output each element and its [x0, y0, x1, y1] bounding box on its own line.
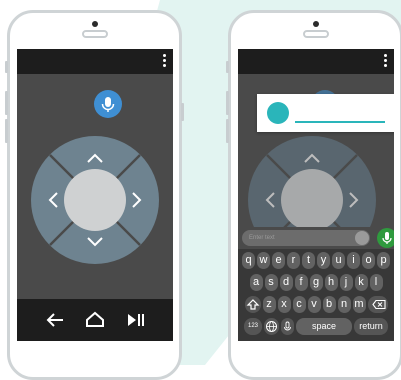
key[interactable]: w [257, 252, 270, 269]
keyboard-screen: Enter text q w e r t y u i o p a s d f g… [238, 49, 394, 341]
navigation-bar [17, 299, 173, 341]
shift-key[interactable] [244, 296, 261, 313]
key[interactable]: c [292, 296, 306, 313]
left-phone [5, 10, 184, 380]
text-input-dialog [257, 94, 394, 132]
key[interactable]: b [322, 296, 336, 313]
space-key[interactable]: space [296, 318, 352, 335]
keyboard-row-2: a s d f g h j k l [238, 274, 394, 291]
key[interactable]: a [249, 274, 263, 291]
play-pause-icon[interactable] [125, 310, 145, 330]
text-input-underline[interactable] [295, 121, 385, 123]
on-screen-keyboard: q w e r t y u i o p a s d f g h j k l z … [238, 249, 394, 341]
volume-button [226, 119, 229, 143]
voice-search-button[interactable] [94, 90, 122, 118]
key[interactable]: y [317, 252, 330, 269]
volume-button [5, 91, 8, 115]
key[interactable]: k [354, 274, 368, 291]
key[interactable]: z [262, 296, 276, 313]
status-bar [238, 49, 394, 74]
key[interactable]: t [302, 252, 315, 269]
backspace-key[interactable] [367, 296, 388, 313]
key[interactable]: q [242, 252, 255, 269]
backspace-icon [371, 299, 386, 310]
key[interactable]: o [362, 252, 375, 269]
key[interactable]: f [294, 274, 308, 291]
key[interactable]: l [369, 274, 383, 291]
shift-arrow-icon [246, 299, 259, 310]
text-entry-field[interactable]: Enter text [242, 230, 370, 246]
power-button [181, 103, 184, 121]
microphone-icon [101, 97, 115, 112]
dpad-center-button[interactable] [64, 169, 126, 231]
key[interactable]: v [307, 296, 321, 313]
key[interactable]: n [337, 296, 351, 313]
numbers-key[interactable]: 123 [244, 318, 262, 335]
back-arrow-icon[interactable] [45, 310, 65, 330]
key[interactable]: e [272, 252, 285, 269]
right-phone: Enter text q w e r t y u i o p a s d f g… [226, 10, 401, 380]
key[interactable]: x [277, 296, 291, 313]
key[interactable]: i [347, 252, 360, 269]
key[interactable]: s [264, 274, 278, 291]
dpad-control [31, 136, 159, 264]
status-bar [17, 49, 173, 74]
avatar [267, 102, 289, 124]
globe-key[interactable] [264, 318, 279, 335]
key[interactable]: j [339, 274, 353, 291]
dpad-center-button[interactable] [281, 169, 343, 231]
key[interactable]: d [279, 274, 293, 291]
microphone-icon [382, 232, 392, 244]
clear-toggle[interactable] [355, 231, 369, 245]
remote-screen [17, 49, 173, 341]
speaker-grille [302, 30, 329, 38]
key[interactable]: r [287, 252, 300, 269]
front-camera [312, 21, 319, 27]
key[interactable]: m [352, 296, 366, 313]
key[interactable]: p [377, 252, 390, 269]
front-camera [91, 21, 98, 27]
volume-button [226, 91, 229, 115]
key[interactable]: h [324, 274, 338, 291]
speaker-grille [81, 30, 108, 38]
globe-icon [266, 321, 277, 332]
volume-button [226, 61, 229, 73]
voice-input-button[interactable] [377, 228, 394, 248]
home-icon[interactable] [85, 310, 105, 330]
text-entry-row: Enter text [238, 227, 394, 249]
volume-button [5, 61, 8, 73]
overflow-menu-icon[interactable] [384, 54, 388, 69]
keyboard-row-1: q w e r t y u i o p [238, 252, 394, 269]
keyboard-row-4: 123 space return [238, 318, 394, 335]
keyboard-row-3: z x c v b n m [238, 296, 394, 313]
key[interactable]: u [332, 252, 345, 269]
text-entry-placeholder: Enter text [249, 235, 275, 241]
overflow-menu-icon[interactable] [163, 54, 167, 69]
volume-button [5, 119, 8, 143]
mic-key[interactable] [281, 318, 294, 335]
return-key[interactable]: return [354, 318, 388, 335]
microphone-icon [284, 321, 291, 331]
key[interactable]: g [309, 274, 323, 291]
